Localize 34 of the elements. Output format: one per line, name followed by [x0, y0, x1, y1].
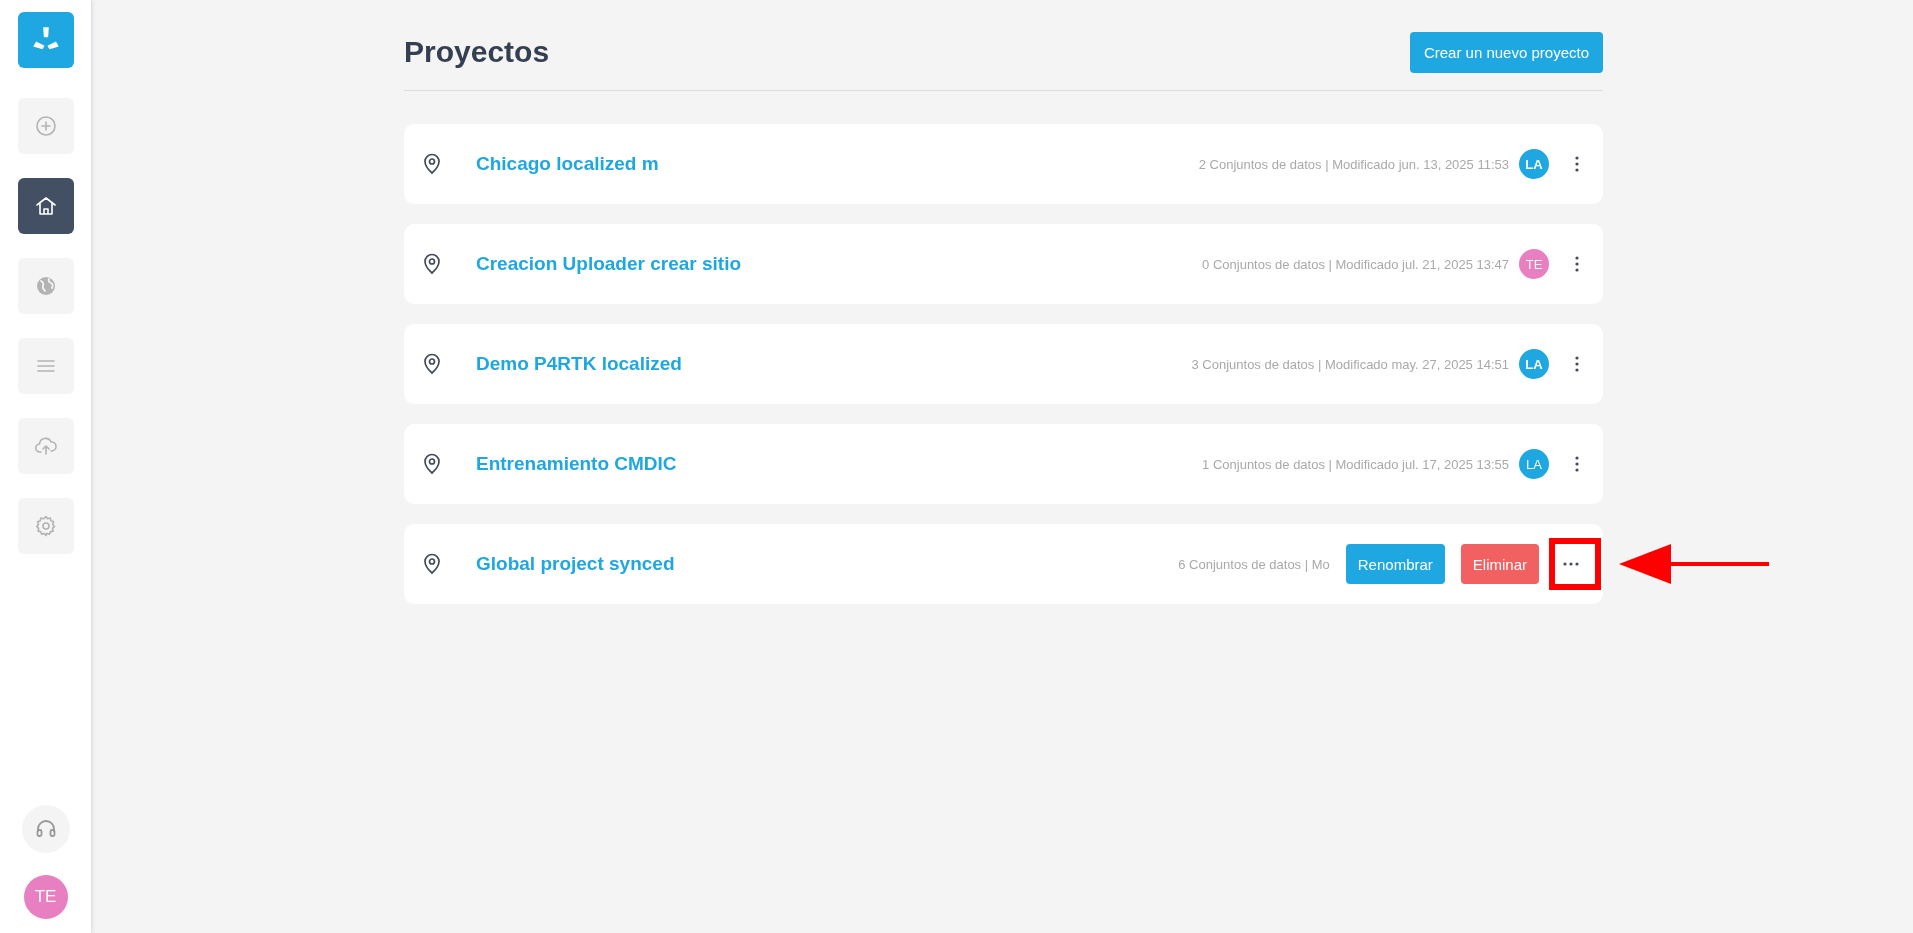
project-meta: 6 Conjuntos de datos | Mo [1178, 556, 1330, 572]
project-name-link[interactable]: Demo P4RTK localized [476, 353, 682, 375]
owner-avatar: LA [1519, 149, 1549, 179]
add-icon [33, 114, 58, 138]
project-card[interactable]: Creacion Uploader crear sitio 0 Conjuntos de datos | Modificado jul. 21, 2025 13:47 TE [404, 224, 1603, 304]
user-avatar[interactable]: TE [23, 875, 68, 919]
project-name-link[interactable]: Entrenamiento CMDIC [476, 453, 677, 475]
home-icon [33, 194, 58, 218]
project-meta: 0 Conjuntos de datos | Modificado jul. 21, 2025 13:47 [1202, 256, 1509, 272]
create-project-button[interactable]: Crear un nuevo proyecto [1409, 31, 1603, 73]
sidebar-item[interactable] [17, 178, 74, 234]
project-card[interactable]: Chicago localized m 2 Conjuntos de datos | Modificado jun. 13, 2025 11:53 LA [404, 124, 1603, 204]
project-card[interactable]: Entrenamiento CMDIC 1 Conjuntos de datos | Modificado jul. 17, 2025 13:55 LA [404, 424, 1603, 504]
delete-button[interactable]: Eliminar [1460, 544, 1539, 584]
kebab-icon [1575, 456, 1579, 472]
kebab-icon [1575, 256, 1579, 272]
support-button[interactable] [21, 805, 70, 853]
kebab-icon [1575, 356, 1579, 372]
project-meta: 1 Conjuntos de datos | Modificado jul. 17, 2025 13:55 [1202, 456, 1509, 472]
project-meta: 2 Conjuntos de datos | Modificado jun. 13, 2025 11:53 [1198, 156, 1509, 172]
rename-button[interactable]: Renombrar [1345, 544, 1445, 584]
owner-avatar: LA [1519, 449, 1549, 479]
project-name-link[interactable]: Global project synced [476, 553, 675, 575]
project-card[interactable]: Demo P4RTK localized 3 Conjuntos de datos | Modificado may. 27, 2025 14:51 LA [404, 324, 1603, 404]
ellipsis-icon [1563, 562, 1579, 566]
project-meta: 3 Conjuntos de datos | Modificado may. 27, 2025 14:51 [1191, 356, 1509, 372]
settings-icon [33, 514, 58, 538]
page-title: Proyectos [404, 35, 550, 69]
project-name-link[interactable]: Chicago localized m [476, 153, 659, 175]
owner-avatar: LA [1519, 349, 1549, 379]
project-name-link[interactable]: Creacion Uploader crear sitio [476, 253, 742, 275]
app-logo[interactable] [17, 12, 74, 68]
owner-avatar: TE [1519, 249, 1549, 279]
kebab-icon [1575, 156, 1579, 172]
